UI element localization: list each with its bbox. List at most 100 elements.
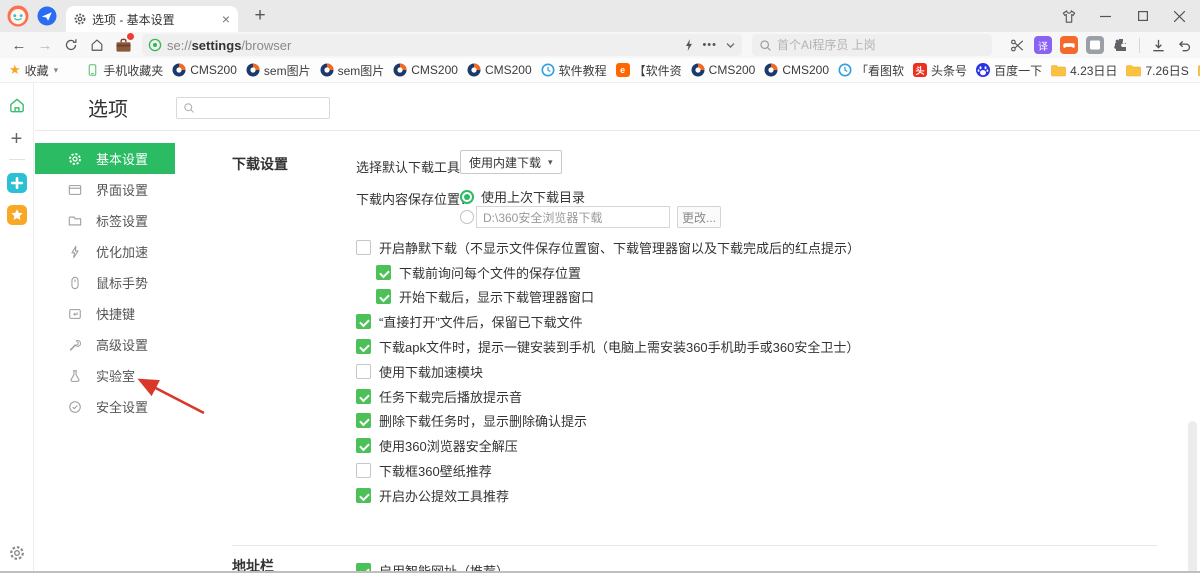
theme-shirt-icon[interactable] <box>1050 0 1087 32</box>
strip-settings-gear-icon[interactable] <box>9 545 25 561</box>
bookmark-item[interactable]: CMS200 <box>172 63 237 77</box>
bookmark-item[interactable]: 手机收藏夹 <box>86 62 163 79</box>
strip-star-app-icon[interactable] <box>6 205 27 225</box>
checkbox-row[interactable]: 下载前询问每个文件的保存位置 <box>356 260 860 285</box>
tab-close-icon[interactable]: × <box>222 12 230 26</box>
search-icon <box>759 39 772 52</box>
sidebar-item-advanced[interactable]: 高级设置 <box>35 329 175 360</box>
checkbox-label: 下载框360壁纸推荐 <box>379 464 492 480</box>
checkbox-checked-icon[interactable] <box>356 388 371 404</box>
sidebar-item-speed[interactable]: 优化加速 <box>35 236 175 267</box>
strip-plus-app-icon[interactable] <box>6 173 27 193</box>
bookmark-item[interactable]: 7.26日S <box>1126 62 1189 79</box>
quick-access-icon[interactable] <box>37 6 57 26</box>
checkbox-checked-icon[interactable] <box>376 264 391 280</box>
url-text[interactable]: se://settings/browser <box>167 38 684 53</box>
translate-icon[interactable]: 译 <box>1030 33 1056 57</box>
bookmark-item[interactable]: CMS200 <box>764 63 829 77</box>
more-actions-icon[interactable]: ••• <box>702 39 717 51</box>
strip-home-icon[interactable] <box>7 96 26 115</box>
bookmark-item[interactable]: sem图片 <box>320 62 384 79</box>
checkbox-row[interactable]: 开启办公提效工具推荐 <box>356 483 860 508</box>
new-tab-button[interactable]: + <box>248 4 272 28</box>
settings-search-box[interactable] <box>176 97 330 119</box>
checkbox-label: 启用智能网址（推荐） <box>379 561 509 571</box>
strip-add-icon[interactable]: + <box>11 128 23 151</box>
checkbox-row[interactable]: 开始下载后，显示下载管理器窗口 <box>356 285 860 310</box>
checkbox-row[interactable]: 使用360浏览器安全解压 <box>356 433 860 458</box>
workspace-briefcase-icon[interactable] <box>110 33 136 57</box>
close-window-button[interactable] <box>1161 0 1198 32</box>
checkbox-row[interactable]: 使用下载加速模块 <box>356 359 860 384</box>
checkbox-checked-icon[interactable] <box>356 413 371 429</box>
download-path-input[interactable] <box>476 206 670 228</box>
reader-mode-icon[interactable] <box>1082 33 1108 57</box>
checkbox-row[interactable]: “直接打开”文件后，保留已下载文件 <box>356 309 860 334</box>
checkbox-checked-icon[interactable] <box>356 487 371 503</box>
bookmark-item[interactable]: sem图片 <box>246 62 311 79</box>
forward-button[interactable]: → <box>32 33 58 57</box>
checkbox-unchecked-icon[interactable] <box>356 463 371 479</box>
cms-icon <box>691 63 705 77</box>
checkbox-checked-icon[interactable] <box>356 438 371 454</box>
checkbox-row[interactable]: 任务下载完后播放提示音 <box>356 384 860 409</box>
sidebar-item-mouse[interactable]: 鼠标手势 <box>35 267 175 298</box>
bookmark-item[interactable]: 「看图软 <box>838 62 904 79</box>
change-path-button[interactable]: 更改... <box>677 206 721 228</box>
bookmark-item[interactable]: CMS200 <box>393 63 458 77</box>
site-safety-icon[interactable] <box>148 38 162 52</box>
settings-search-input[interactable] <box>200 101 323 115</box>
checkbox-row[interactable]: 开启静默下载（不显示文件保存位置窗、下载管理器窗以及下载完成后的红点提示） <box>356 235 860 260</box>
bookmark-item[interactable]: e 【软件资 <box>615 62 682 79</box>
refresh-button[interactable] <box>58 33 84 57</box>
browser-search-input[interactable] <box>777 38 985 52</box>
bookmark-item[interactable]: CMS200 <box>467 63 532 77</box>
browser-logo-icon[interactable] <box>7 5 29 27</box>
checkbox-row[interactable]: 删除下载任务时，显示删除确认提示 <box>356 409 860 434</box>
checkbox-row[interactable]: 下载apk文件时，提示一键安装到手机（电脑上需安装360手机助手或360安全卫士… <box>356 334 860 359</box>
checkbox-row[interactable]: 启用智能网址（推荐） <box>356 561 509 571</box>
browser-tab-settings[interactable]: 选项 - 基本设置 × <box>66 6 238 32</box>
download-tool-select[interactable]: 使用内建下载 ▾ <box>460 150 562 174</box>
minimize-button[interactable] <box>1087 0 1124 32</box>
bookmark-item[interactable]: 头头条号 <box>913 62 967 79</box>
scrollbar-thumb[interactable] <box>1188 421 1197 571</box>
radio-selected-icon[interactable] <box>460 189 474 204</box>
home-button[interactable] <box>84 33 110 57</box>
radio-last-directory[interactable]: 使用上次下载目录 <box>460 187 585 206</box>
address-bar[interactable]: se://settings/browser ••• <box>142 34 742 56</box>
sidebar-item-basic[interactable]: 基本设置 <box>35 143 175 174</box>
back-button[interactable]: ← <box>6 33 32 57</box>
downloads-icon[interactable] <box>1145 33 1171 57</box>
dropdown-chevron-icon[interactable] <box>725 42 736 49</box>
sidebar-item-security[interactable]: 安全设置 <box>35 391 175 422</box>
radio-unselected-icon[interactable] <box>460 210 474 224</box>
bookmark-item[interactable]: 软件教程 <box>541 62 607 79</box>
bookmark-item[interactable]: 百度一下 <box>976 62 1042 79</box>
favorites-menu[interactable]: ★ 收藏 ▾ <box>9 62 58 79</box>
sidebar-item-lab[interactable]: 实验室 <box>35 360 175 391</box>
checkbox-checked-icon[interactable] <box>356 563 371 571</box>
bookmark-label: CMS200 <box>782 63 830 77</box>
checkbox-unchecked-icon[interactable] <box>356 239 371 255</box>
caret-down-icon: ▾ <box>53 64 59 75</box>
browser-search-box[interactable] <box>752 34 992 56</box>
bookmark-item[interactable]: 4.23日日 <box>1051 62 1117 79</box>
game-center-icon[interactable] <box>1056 33 1082 57</box>
sidebar-item-interface[interactable]: 界面设置 <box>35 174 175 205</box>
speed-lightning-icon[interactable] <box>684 38 694 52</box>
maximize-button[interactable] <box>1124 0 1161 32</box>
checkbox-checked-icon[interactable] <box>376 289 391 305</box>
checkbox-checked-icon[interactable] <box>356 314 371 330</box>
radio-custom-directory[interactable] <box>460 210 474 224</box>
bookmark-item[interactable]: CMS200 <box>691 63 755 77</box>
checkbox-unchecked-icon[interactable] <box>356 363 371 379</box>
sidebar-item-hotkeys[interactable]: 快捷键 <box>35 298 175 329</box>
folder-icon <box>1126 64 1142 77</box>
extensions-puzzle-icon[interactable] <box>1108 33 1134 57</box>
sidebar-item-tabs[interactable]: 标签设置 <box>35 205 175 236</box>
screenshot-scissors-icon[interactable] <box>1004 33 1030 57</box>
undo-restore-icon[interactable] <box>1171 33 1197 57</box>
checkbox-checked-icon[interactable] <box>356 339 371 355</box>
checkbox-row[interactable]: 下载框360壁纸推荐 <box>356 458 860 483</box>
